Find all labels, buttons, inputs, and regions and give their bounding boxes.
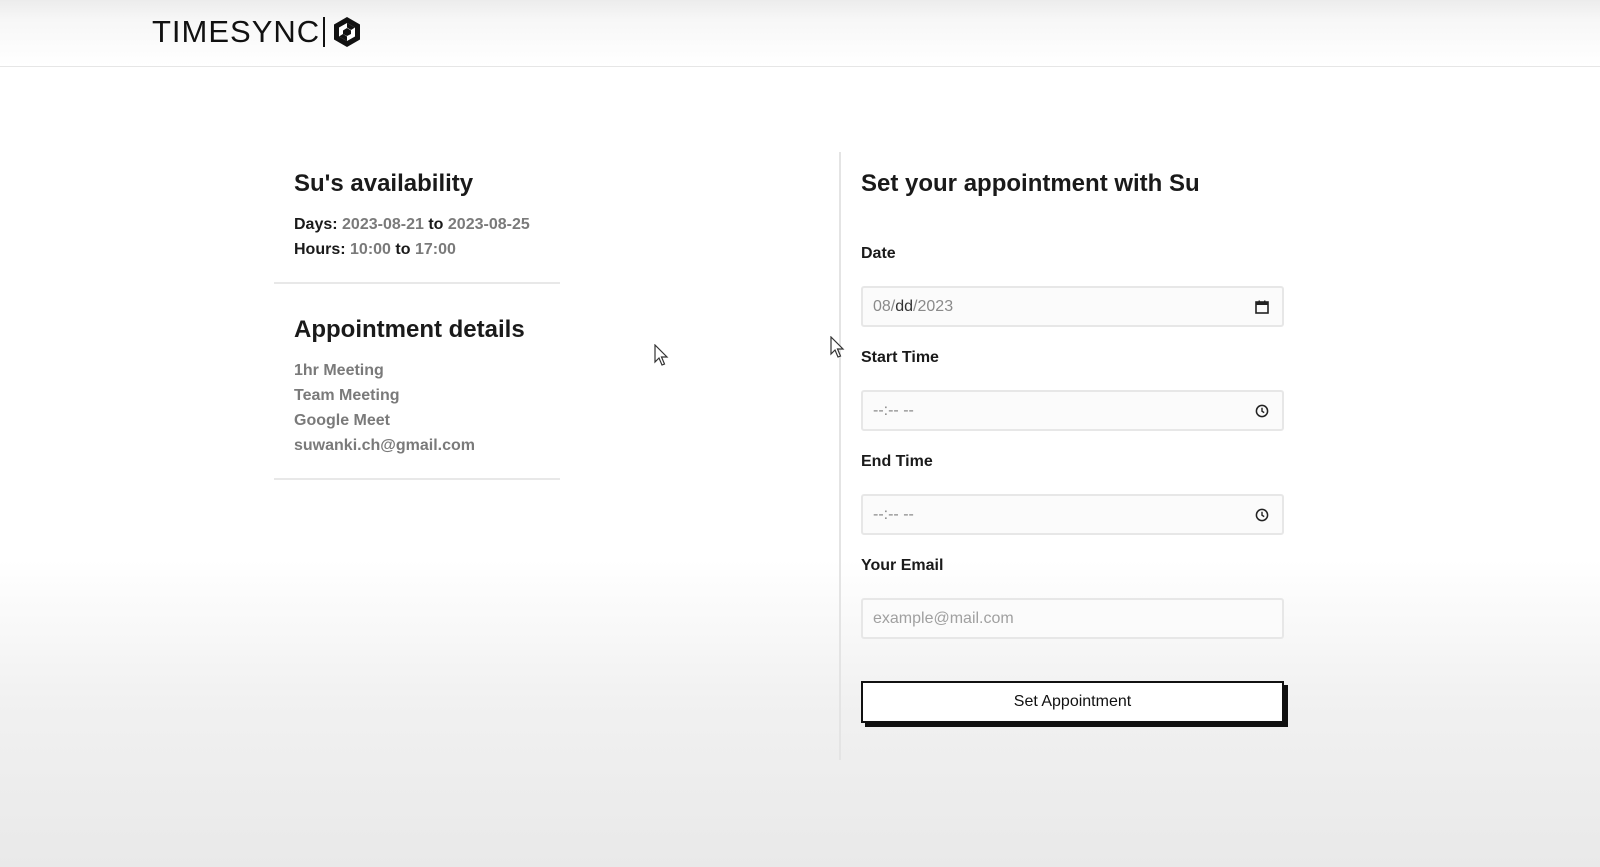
your-email-label: Your Email (861, 557, 944, 574)
top-header: TIMESYNC (0, 0, 1600, 67)
start-time-input[interactable]: --:-- -- (861, 390, 1284, 431)
mouse-cursor-icon (654, 344, 669, 366)
timesync-logo-icon (334, 17, 361, 47)
detail-platform: Google Meet (294, 412, 391, 429)
appointment-form: Set your appointment with Su Date 08/dd/… (861, 170, 1285, 723)
set-appointment-button[interactable]: Set Appointment (861, 681, 1284, 723)
end-time-input[interactable]: --:-- -- (861, 494, 1284, 535)
detail-duration: 1hr Meeting (294, 362, 384, 379)
hours-to: 17:00 (414, 241, 456, 258)
days-row: Days: 2023-08-21 to 2023-08-25 (294, 212, 540, 237)
clock-icon[interactable] (1254, 403, 1270, 419)
email-field[interactable]: example@mail.com (861, 598, 1284, 639)
availability-title: Su's availability (294, 170, 474, 197)
brand-separator (323, 17, 326, 47)
detail-host-email: suwanki.ch@gmail.com (294, 437, 475, 454)
end-time-label: End Time (861, 453, 933, 470)
days-connector: to (428, 216, 444, 233)
clock-icon[interactable] (1254, 507, 1270, 523)
hours-row: Hours: 10:00 to 17:00 (294, 237, 540, 262)
appointment-details-section: Appointment details 1hr Meeting Team Mee… (274, 296, 560, 480)
date-day: dd (895, 297, 914, 315)
brand-logo[interactable]: TIMESYNC (152, 14, 364, 50)
availability-section: Su's availability Days: 2023-08-21 to 20… (274, 150, 560, 284)
date-value: 08/dd/2023 (873, 298, 953, 316)
date-month: 08 (873, 297, 891, 315)
days-label: Days: (294, 216, 338, 233)
hours-from: 10:00 (350, 241, 391, 258)
brand-name: TIMESYNC (152, 14, 321, 49)
form-title: Set your appointment with Su (861, 170, 1200, 197)
mouse-cursor-icon (830, 336, 845, 358)
start-time-label: Start Time (861, 349, 939, 366)
calendar-icon[interactable] (1254, 299, 1270, 315)
hours-label: Hours: (294, 241, 346, 258)
appointment-details-title: Appointment details (294, 316, 525, 343)
end-time-value: --:-- -- (873, 505, 914, 523)
hours-connector: to (395, 241, 411, 258)
date-label: Date (861, 245, 896, 262)
days-to: 2023-08-25 (447, 216, 530, 233)
detail-meeting-type: Team Meeting (294, 387, 400, 404)
date-year: 2023 (917, 297, 954, 315)
days-from: 2023-08-21 (342, 216, 424, 233)
column-divider (839, 152, 841, 760)
start-time-value: --:-- -- (873, 401, 914, 419)
date-input[interactable]: 08/dd/2023 (861, 286, 1284, 327)
email-placeholder: example@mail.com (873, 609, 1014, 627)
info-column: Su's availability Days: 2023-08-21 to 20… (274, 150, 560, 480)
